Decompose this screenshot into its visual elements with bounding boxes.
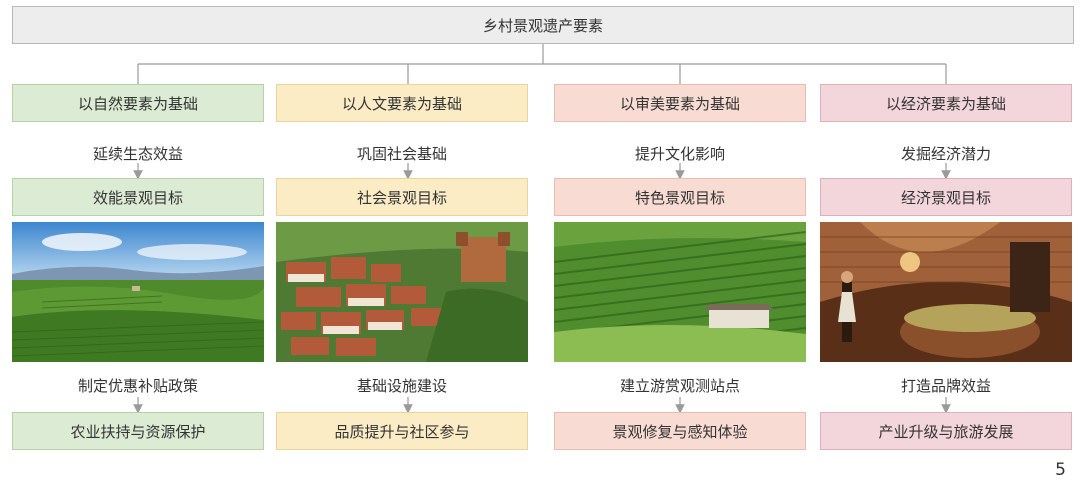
target-box-natural: 效能景观目标 xyxy=(12,178,264,216)
outcome-box-economic: 产业升级与旅游发展 xyxy=(820,412,1072,450)
outcome-box-natural: 农业扶持与资源保护 xyxy=(12,412,264,450)
driver-label-aesthetic: 提升文化影响 xyxy=(634,145,725,163)
diagram-title: 乡村景观遗产要素 xyxy=(12,6,1074,44)
action-label-natural: 制定优惠补贴政策 xyxy=(77,377,198,395)
basis-box-natural: 以自然要素为基础 xyxy=(12,84,264,122)
driver-label-cultural: 巩固社会基础 xyxy=(356,145,447,163)
action-label-cultural: 基础设施建设 xyxy=(356,377,447,395)
basis-box-economic: 以经济要素为基础 xyxy=(820,84,1072,122)
driver-label-natural: 延续生态效益 xyxy=(92,145,183,163)
driver-label-economic: 发掘经济潜力 xyxy=(900,145,991,163)
basis-box-cultural: 以人文要素为基础 xyxy=(276,84,528,122)
vineyard-landscape-photo xyxy=(12,222,264,362)
outcome-box-cultural: 品质提升与社区参与 xyxy=(276,412,528,450)
action-label-aesthetic: 建立游赏观测站点 xyxy=(619,377,740,395)
action-label-economic: 打造品牌效益 xyxy=(900,377,991,395)
diagram-page: 乡村景观遗产要素 以自然要素为基础 延续生态效益 效能景观目标 制定优惠补贴政策… xyxy=(0,0,1080,486)
target-box-economic: 经济景观目标 xyxy=(820,178,1072,216)
outcome-box-aesthetic: 景观修复与感知体验 xyxy=(554,412,806,450)
basis-box-aesthetic: 以审美要素为基础 xyxy=(554,84,806,122)
page-number: 5 xyxy=(1055,460,1066,480)
winery-cellar-photo xyxy=(820,222,1072,362)
target-box-cultural: 社会景观目标 xyxy=(276,178,528,216)
village-rooftops-photo xyxy=(276,222,528,362)
target-box-aesthetic: 特色景观目标 xyxy=(554,178,806,216)
terraced-vineyard-photo xyxy=(554,222,806,362)
